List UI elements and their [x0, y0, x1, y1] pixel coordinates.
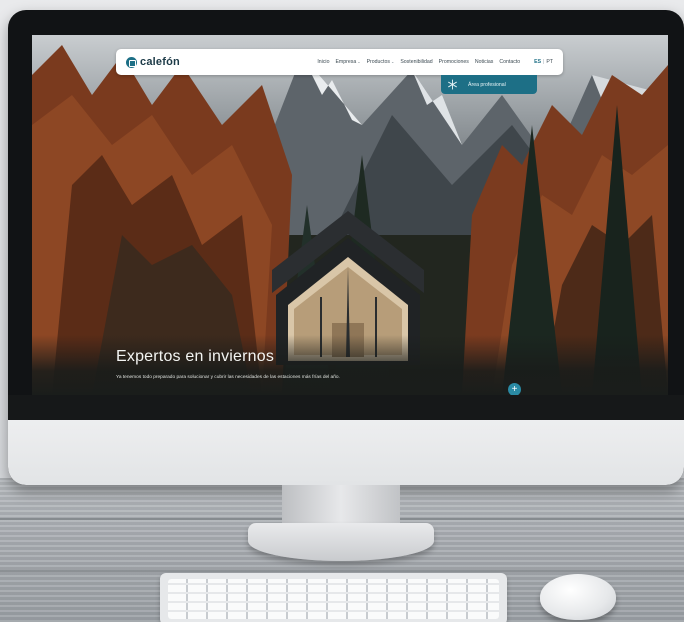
lang-pt[interactable]: PT	[546, 59, 553, 65]
screen: calefón Inicio Empresa⌄ Productos⌄ Soste…	[32, 35, 668, 395]
hero-title: Expertos en inviernos	[116, 348, 275, 365]
nav-item-productos[interactable]: Productos⌄	[367, 59, 395, 65]
chevron-down-icon: ⌄	[390, 59, 395, 64]
keyboard-keys	[168, 579, 499, 619]
nav-item-empresa[interactable]: Empresa⌄	[335, 59, 360, 65]
nav-item-promociones[interactable]: Promociones	[439, 59, 469, 65]
professional-area-button[interactable]: Área profesional	[441, 75, 537, 94]
lang-es[interactable]: ES	[534, 59, 541, 65]
keyboard	[160, 573, 507, 622]
plus-icon[interactable]: +	[508, 383, 521, 395]
nav-item-sostenibilidad[interactable]: Sostenibilidad	[400, 59, 432, 65]
logo[interactable]: calefón	[126, 56, 180, 68]
logo-icon	[126, 56, 137, 68]
hero-subtitle: Ya tenemos todo preparado para soluciona…	[116, 375, 340, 380]
monitor-bezel-bottom	[8, 395, 684, 420]
logo-text: calefón	[140, 56, 180, 68]
nav-item-inicio[interactable]: Inicio	[317, 59, 329, 65]
nav-menu: Inicio Empresa⌄ Productos⌄ Sostenibilida…	[317, 59, 553, 65]
nav-item-noticias[interactable]: Noticias	[475, 59, 493, 65]
snowflake-icon	[448, 79, 457, 90]
chevron-down-icon: ⌄	[357, 59, 361, 64]
desk-seam	[0, 570, 684, 572]
nav-item-contacto[interactable]: Contacto	[499, 59, 520, 65]
professional-area-label: Área profesional	[468, 81, 506, 88]
mouse	[540, 574, 616, 620]
language-switcher: ES | PT	[534, 59, 553, 65]
nav-item-label: Productos	[366, 59, 390, 65]
monitor-stand-neck	[282, 485, 400, 525]
lang-separator: |	[543, 59, 545, 65]
main-navbar: calefón Inicio Empresa⌄ Productos⌄ Soste…	[116, 49, 563, 75]
nav-item-label: Empresa	[335, 59, 357, 65]
